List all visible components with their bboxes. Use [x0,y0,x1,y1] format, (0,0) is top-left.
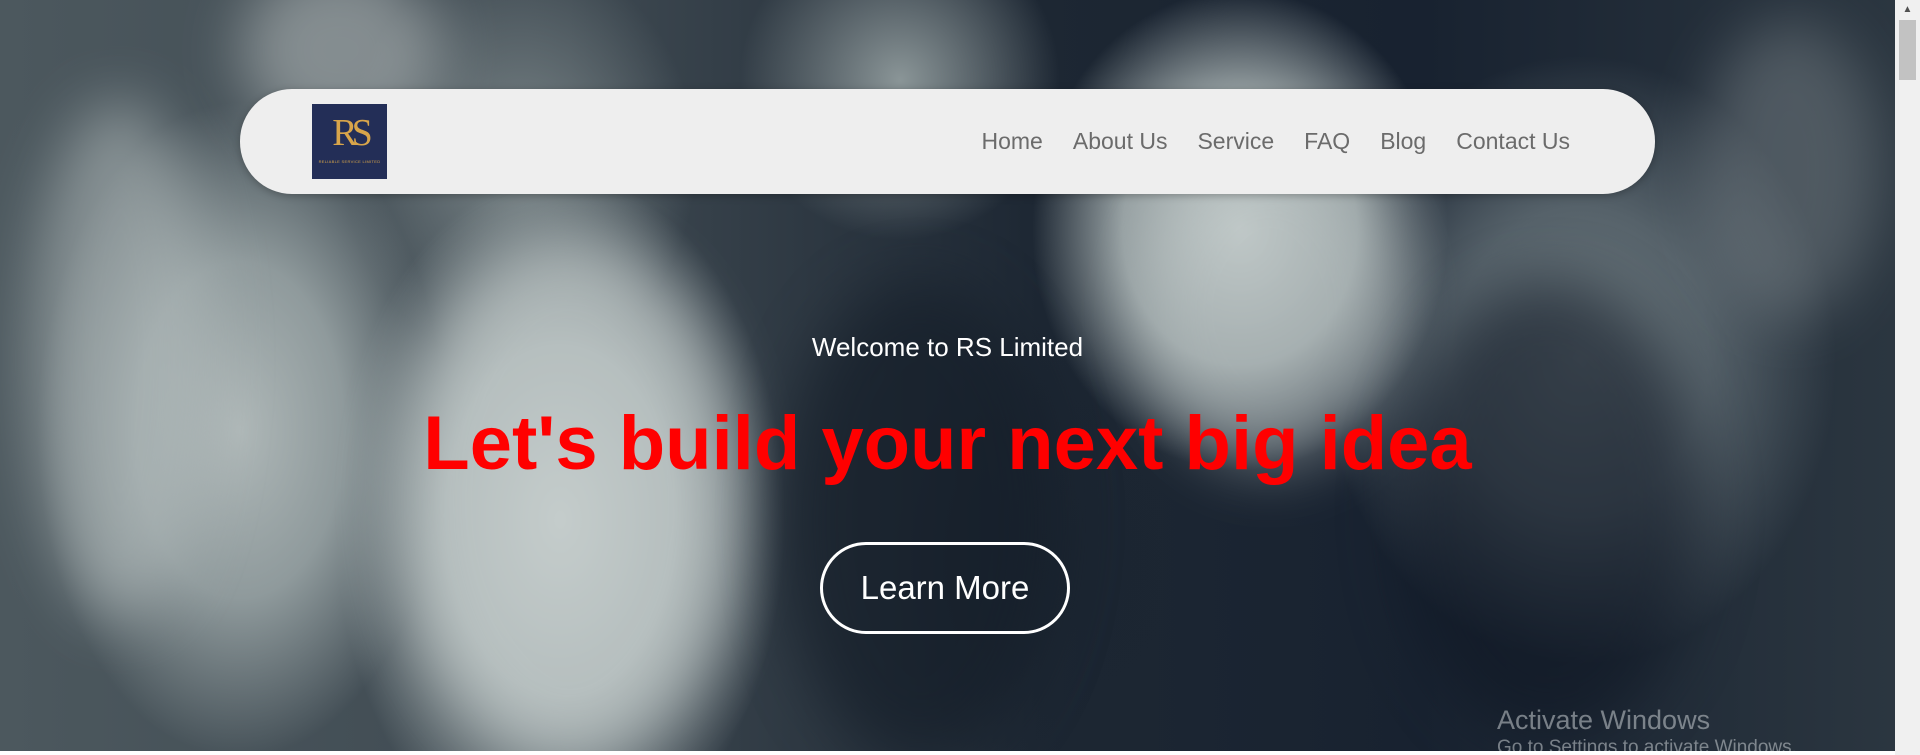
watermark-subtitle: Go to Settings to activate Windows. [1497,737,1797,751]
nav-link-contact-us[interactable]: Contact Us [1456,128,1570,155]
nav-link-about-us[interactable]: About Us [1073,128,1168,155]
nav-link-faq[interactable]: FAQ [1304,128,1350,155]
logo-subtitle: RELIABLE SERVICE LIMITED [318,159,381,164]
learn-more-button[interactable]: Learn More [820,542,1070,634]
nav-link-blog[interactable]: Blog [1380,128,1426,155]
scrollbar-thumb[interactable] [1899,20,1916,80]
navbar: RS RELIABLE SERVICE LIMITED Home About U… [240,89,1655,194]
nav-links: Home About Us Service FAQ Blog Contact U… [982,89,1571,194]
watermark-title: Activate Windows [1497,705,1711,735]
brand-logo[interactable]: RS RELIABLE SERVICE LIMITED [312,104,387,179]
hero-headline: Let's build your next big idea [423,401,1472,486]
nav-link-home[interactable]: Home [982,128,1043,155]
scroll-up-arrow-icon[interactable]: ▲ [1895,0,1920,18]
hero-welcome-text: Welcome to RS Limited [811,332,1084,362]
activate-windows-watermark: Activate Windows Go to Settings to activ… [1497,704,1797,751]
logo-mark: RS [332,112,372,154]
nav-link-service[interactable]: Service [1197,128,1274,155]
vertical-scrollbar[interactable]: ▲ [1895,0,1920,755]
page-viewport: RS RELIABLE SERVICE LIMITED Home About U… [0,0,1895,751]
